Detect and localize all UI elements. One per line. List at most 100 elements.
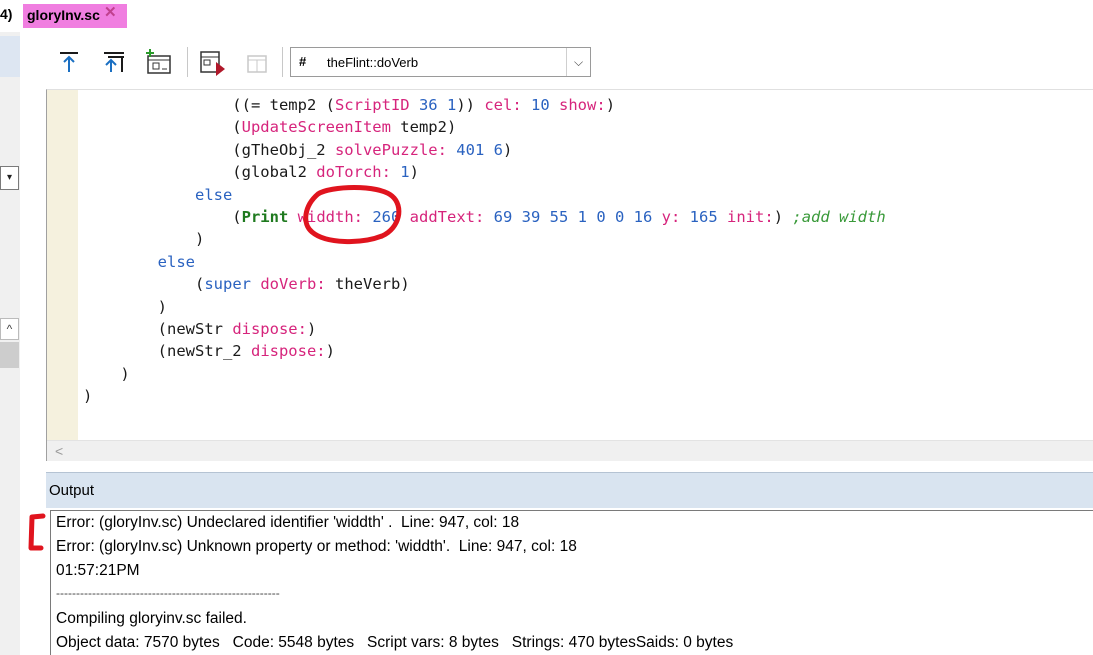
code-token: ((= temp2 ( (83, 96, 335, 114)
code-token: ;add width (792, 207, 886, 226)
output-line: Error: (gloryInv.sc) Unknown property or… (56, 538, 577, 555)
add-method-button[interactable] (144, 48, 172, 76)
toolbar-separator (282, 47, 283, 77)
code-text[interactable]: ((= temp2 (ScriptID 36 1)) cel: 10 show:… (83, 94, 886, 407)
code-token: 69 39 55 1 0 0 16 (493, 207, 653, 226)
code-token: 1 (446, 96, 457, 114)
method-dropdown[interactable]: # theFlint::doVerb ⌵ (290, 47, 591, 77)
code-token: (global2 (83, 163, 317, 182)
code-token: 401 (456, 140, 485, 159)
code-token: super (204, 275, 251, 294)
code-line[interactable]: else (83, 251, 886, 273)
code-token: doVerb: (260, 275, 326, 294)
output-line: ----------------------------------------… (56, 586, 280, 600)
go-to-parent-button[interactable] (100, 48, 128, 76)
code-token: ) (83, 387, 93, 406)
code-token: ( (83, 207, 242, 226)
code-token: 10 (531, 96, 550, 114)
code-line[interactable]: ) (83, 363, 886, 385)
toolbar-separator (187, 47, 188, 77)
code-token: else (157, 252, 195, 271)
left-pane-strip: ▾ ^ (0, 0, 20, 655)
arrow-up-multi-bar-icon (104, 52, 124, 72)
code-token: ( (83, 275, 205, 294)
code-line[interactable]: ((= temp2 (ScriptID 36 1)) cel: 10 show:… (83, 94, 886, 116)
code-token: Print (241, 207, 289, 226)
code-line[interactable]: (Print widdth: 260 addText: 69 39 55 1 0… (83, 206, 886, 228)
code-line[interactable]: (gTheObj_2 solvePuzzle: 401 6) (83, 139, 886, 161)
code-token: ScriptID (334, 96, 410, 114)
code-line[interactable]: (UpdateScreenItem temp2) (83, 116, 886, 138)
code-token: 36 (418, 96, 438, 114)
left-pane-scroll-thumb[interactable] (0, 342, 19, 368)
code-line[interactable]: (newStr_2 dispose:) (83, 340, 886, 362)
hash-icon: # (299, 54, 307, 69)
code-line[interactable]: else (83, 184, 886, 206)
tab-previous[interactable]: 4) (0, 6, 12, 22)
red-circle-annotation (303, 185, 402, 245)
left-pane-dropdown[interactable]: ▾ (0, 166, 19, 190)
red-bracket-annotation (28, 513, 46, 551)
code-token: ) (325, 342, 335, 361)
code-line[interactable]: (global2 doTorch: 1) (83, 161, 886, 183)
left-pane-scroll-up-button[interactable]: ^ (0, 318, 19, 340)
code-token: ) (502, 140, 513, 159)
code-token: 165 (689, 207, 718, 226)
code-token: y: (661, 207, 681, 226)
scroll-left-icon[interactable]: < (55, 443, 63, 459)
arrow-up-to-bar-icon (60, 52, 78, 72)
code-token: cel: (484, 96, 522, 114)
code-line[interactable]: ) (83, 296, 886, 318)
output-line: Object data: 7570 bytes Code: 5548 bytes… (56, 634, 734, 651)
code-token: dispose: (232, 319, 307, 338)
code-token: dispose: (250, 342, 326, 361)
add-window-icon (146, 49, 171, 74)
code-line[interactable]: ) (83, 385, 886, 407)
code-token: ) (605, 96, 616, 114)
disabled-tool-button[interactable] (242, 48, 270, 76)
code-token: init: (727, 207, 774, 226)
code-line[interactable]: (newStr dispose:) (83, 318, 886, 340)
close-icon[interactable]: ✕ (104, 3, 117, 21)
code-line[interactable]: ) (83, 228, 886, 250)
code-token: (newStr (83, 319, 233, 338)
go-to-top-button[interactable] (56, 48, 84, 76)
script-toolbar: # theFlint::doVerb ⌵ (20, 38, 1093, 88)
code-token: ) (83, 230, 205, 249)
code-token: (newStr_2 (83, 342, 251, 361)
editor-gutter (47, 90, 78, 440)
code-token: ) (83, 364, 130, 383)
compile-button[interactable] (198, 48, 226, 76)
tab-label: gloryInv.sc (27, 7, 100, 23)
chevron-down-icon[interactable]: ⌵ (566, 48, 590, 76)
code-editor[interactable]: ((= temp2 (ScriptID 36 1)) cel: 10 show:… (46, 89, 1093, 461)
code-token: ) (306, 319, 317, 338)
code-token: doTorch: (316, 163, 391, 182)
output-panel-header: Output (46, 472, 1093, 508)
code-token: (gTheObj_2 (83, 140, 335, 159)
output-title: Output (49, 482, 95, 499)
tab-bar: 4) gloryInv.sc ✕ (0, 0, 1093, 32)
output-line: Error: (gloryInv.sc) Undeclared identifi… (56, 514, 520, 531)
compile-icon (200, 51, 225, 76)
code-token: else (194, 185, 233, 204)
code-token: temp2) (390, 118, 457, 137)
horizontal-scrollbar[interactable]: < (47, 440, 1093, 461)
code-token: show: (559, 96, 606, 114)
output-log[interactable]: Error: (gloryInv.sc) Undeclared identifi… (50, 510, 1093, 655)
code-token: UpdateScreenItem (241, 118, 391, 137)
code-line[interactable]: (super doVerb: theVerb) (83, 273, 886, 295)
code-token: ) (83, 297, 167, 316)
output-line: 01:57:21PM (56, 562, 140, 579)
code-token: addText: (409, 207, 485, 226)
